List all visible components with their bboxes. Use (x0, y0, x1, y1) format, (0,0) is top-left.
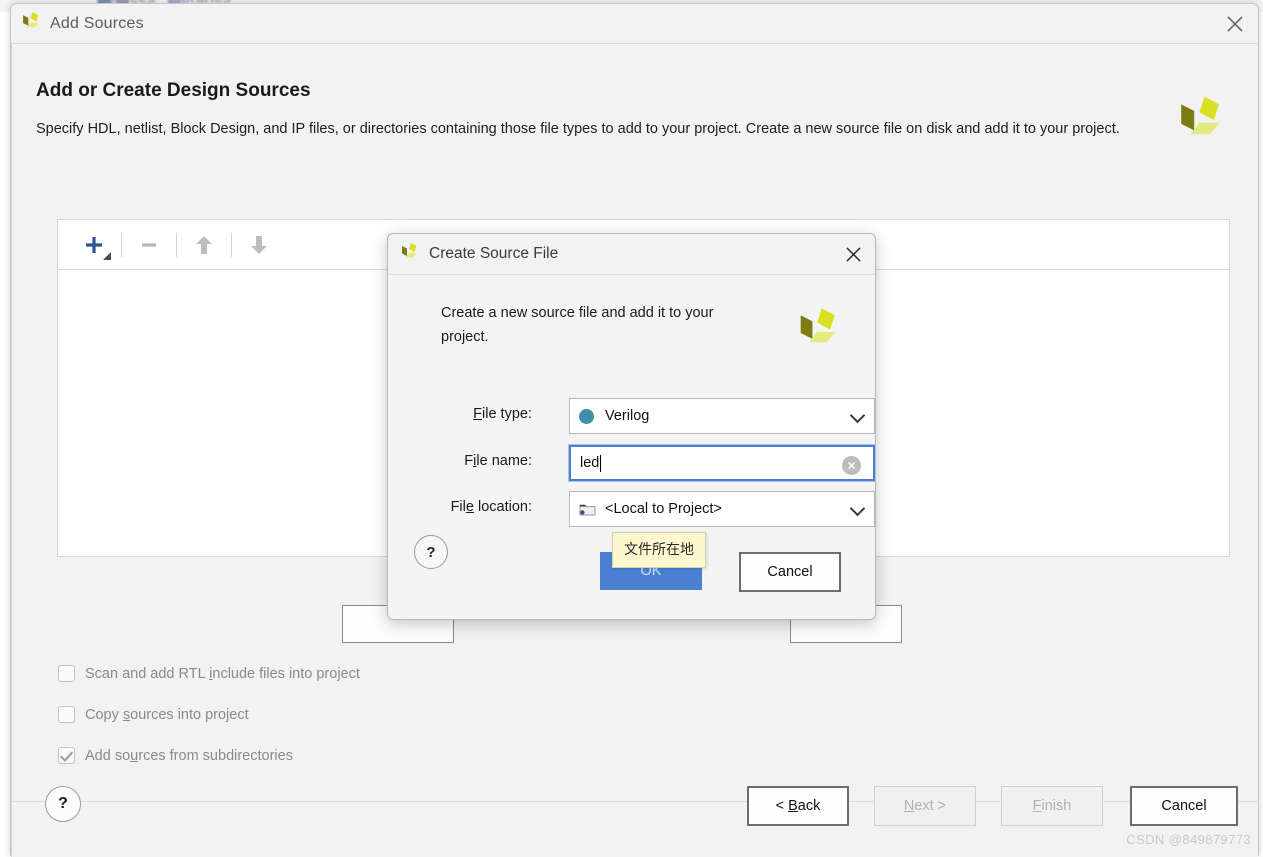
vivado-logo-icon (1176, 94, 1228, 151)
checkbox-scan-rtl-include[interactable]: Scan and add RTL include files into proj… (58, 665, 360, 682)
arrow-up-icon (184, 228, 224, 262)
back-button[interactable]: < Back (747, 786, 849, 826)
window-title: Add Sources (50, 14, 144, 32)
file-type-value: Verilog (605, 408, 650, 424)
vivado-logo-icon (21, 11, 42, 37)
checkbox-box[interactable] (58, 706, 75, 723)
dialog-title: Create Source File (429, 245, 559, 262)
file-name-row: File name: led (423, 444, 876, 482)
arrow-down-icon (239, 228, 279, 262)
file-location-row: File location: <Local to Project> (423, 491, 875, 527)
file-name-input[interactable]: led (568, 444, 876, 482)
finish-button-label: Finish (1032, 798, 1072, 814)
file-type-dropdown[interactable]: Verilog (569, 398, 875, 434)
file-location-label: File location: (450, 499, 532, 515)
checkbox-add-subdirectories[interactable]: Add sources from subdirectories (58, 747, 293, 764)
vivado-logo-icon (796, 306, 843, 358)
checkbox-box[interactable] (58, 747, 75, 764)
toolbar-divider (176, 232, 177, 257)
window-titlebar: Add Sources (11, 4, 1258, 44)
toolbar-divider (121, 232, 122, 257)
checkbox-label: Copy sources into project (85, 706, 249, 723)
dialog-help-button[interactable]: ? (414, 535, 448, 569)
file-name-label: File name: (464, 453, 532, 469)
plus-icon[interactable] (74, 228, 114, 262)
file-type-row: File type: Verilog (423, 398, 875, 434)
dialog-cancel-button[interactable]: Cancel (739, 552, 841, 592)
vivado-logo-icon (400, 242, 420, 267)
cancel-button[interactable]: Cancel (1130, 786, 1238, 826)
watermark: CSDN @849879773 (1126, 832, 1251, 847)
dialog-description: Create a new source file and add it to y… (441, 305, 714, 345)
back-button-label: < Back (775, 798, 821, 814)
file-location-value: <Local to Project> (605, 501, 722, 517)
close-icon[interactable] (831, 234, 875, 274)
checkbox-box[interactable] (58, 665, 75, 682)
next-button: Next > (874, 786, 976, 826)
minus-icon (129, 228, 169, 262)
cancel-button-label: Cancel (1161, 798, 1207, 814)
file-location-dropdown[interactable]: <Local to Project> (569, 491, 875, 527)
page-description: Specify HDL, netlist, Block Design, and … (36, 121, 1120, 137)
tooltip: 文件所在地 (612, 532, 706, 568)
page-title: Add or Create Design Sources (36, 80, 311, 101)
checkbox-label: Scan and add RTL include files into proj… (85, 665, 360, 682)
chevron-down-icon[interactable] (849, 407, 866, 424)
finish-button: Finish (1001, 786, 1103, 826)
file-type-label: File type: (473, 406, 532, 422)
close-icon[interactable] (1212, 4, 1258, 43)
checkbox-label: Add sources from subdirectories (85, 747, 293, 764)
text-caret (600, 454, 602, 472)
file-name-value: led (580, 455, 600, 471)
toolbar-divider (231, 232, 232, 257)
chevron-down-icon[interactable] (849, 500, 866, 517)
help-button[interactable]: ? (45, 786, 81, 822)
next-button-label: Next > (903, 798, 947, 814)
checkbox-copy-sources[interactable]: Copy sources into project (58, 706, 249, 723)
clear-icon[interactable] (842, 456, 861, 475)
dialog-titlebar: Create Source File (388, 234, 875, 275)
folder-icon (579, 502, 596, 517)
verilog-dot-icon (579, 408, 594, 424)
